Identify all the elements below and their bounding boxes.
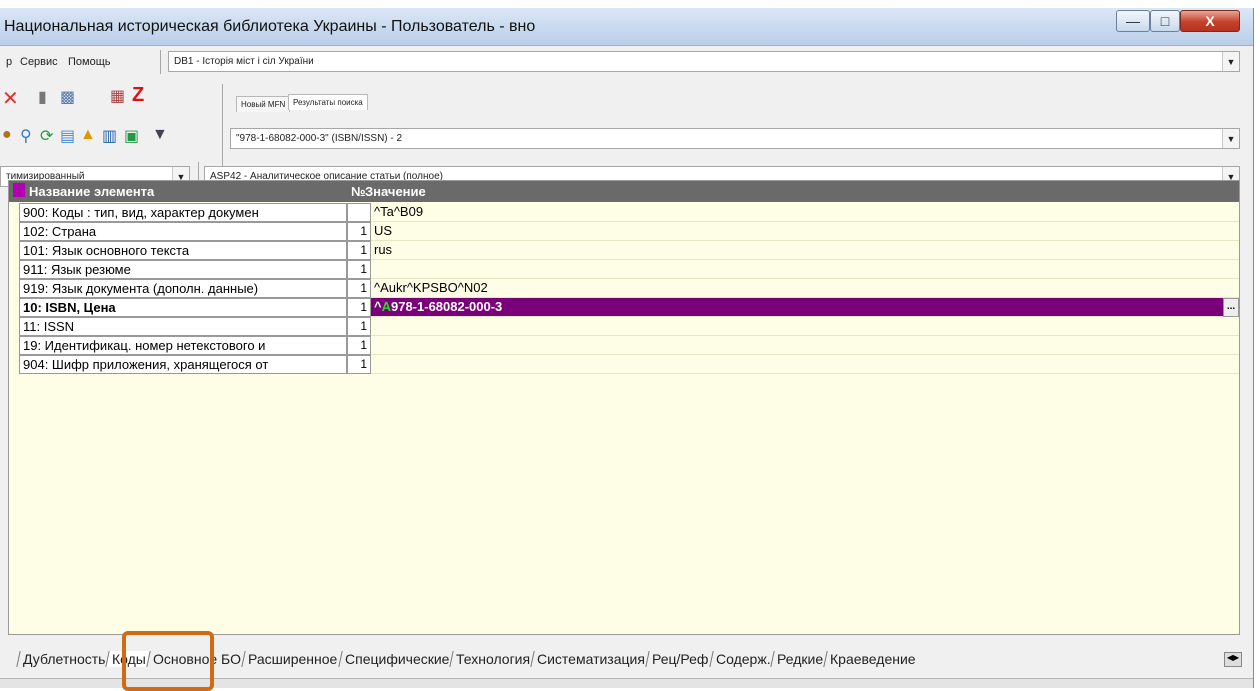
row-num[interactable]: 1 [347,279,371,298]
divider [160,50,161,74]
divider [222,84,223,172]
maximize-button[interactable]: □ [1150,10,1180,32]
table-row[interactable]: 102: Страна 1 US [9,222,1239,241]
table-row[interactable]: 919: Язык документа (дополн. данные) 1 ^… [9,279,1239,298]
menu-item-help[interactable]: Помощь [68,56,111,68]
tab-dubletnost[interactable]: Дублетность [16,651,110,667]
minimize-icon: — [1126,13,1140,29]
row-name[interactable]: 102: Страна [19,222,347,241]
table-row-selected[interactable]: 10: ISBN, Цена 1 ^A978-1-68082-000-3 ... [9,298,1239,317]
row-value[interactable]: rus [371,241,1239,260]
database-select-value: DB1 - Історія міст і сіл України [174,56,314,67]
tab-rasshirennoe[interactable]: Расширенное [241,651,342,667]
row-num[interactable]: 1 [347,336,371,355]
close-icon: X [1205,13,1215,29]
page-icon[interactable]: ▤ [60,126,75,146]
row-num[interactable]: 1 [347,222,371,241]
app-window: Национальная историческая библиотека Укр… [0,8,1254,688]
row-num[interactable]: 1 [347,355,371,374]
row-value[interactable] [371,336,1239,355]
column-header-num: № [351,184,366,199]
row-name[interactable]: 10: ISBN, Цена [19,298,347,317]
column-header-value: Значение [365,184,426,199]
tab-kody[interactable]: Коды [105,651,151,667]
column-header-name: Название элемента [29,184,155,199]
row-value[interactable] [371,355,1239,374]
row-name[interactable]: 904: Шифр приложения, хранящегося от [19,355,347,374]
checkmark-icon[interactable] [13,183,25,197]
row-num[interactable]: 1 [347,298,371,317]
row-value[interactable] [371,260,1239,279]
tab-osnovnoe-bo[interactable]: Основное БО [146,651,246,667]
record-grid[interactable]: Название элемента № Значение 900: Коды :… [8,180,1240,635]
menu-item-partial[interactable]: р [6,56,12,68]
row-value[interactable]: ^Ta^B09 [371,203,1239,222]
row-name[interactable]: 919: Язык документа (дополн. данные) [19,279,347,298]
row-name[interactable]: 911: Язык резюме [19,260,347,279]
chart-icon[interactable]: ▥ [102,126,117,146]
title-bar[interactable]: Национальная историческая библиотека Укр… [0,8,1253,46]
document-icon[interactable]: ▮ [38,87,47,107]
row-num[interactable] [347,203,371,222]
minimize-button[interactable]: — [1116,10,1150,32]
row-value[interactable]: US [371,222,1239,241]
chevron-down-icon[interactable]: ▼ [1222,129,1239,148]
search-icon[interactable]: ⚲ [20,126,32,146]
tab-search-results[interactable]: Результаты поиска [288,94,368,110]
tool-icon[interactable]: ● [2,126,12,144]
search-results-select-value: "978-1-68082-000-3" (ISBN/ISSN) - 2 [236,133,403,144]
table-row[interactable]: 911: Язык резюме 1 [9,260,1239,279]
tab-scroll-arrows-icon[interactable]: ◀▶ [1224,652,1242,667]
excel-icon[interactable]: ▣ [124,126,139,146]
table-row[interactable]: 11: ISSN 1 [9,317,1239,336]
row-value[interactable] [371,317,1239,336]
row-value-text: 978-1-68082-000-3 [390,299,503,314]
table-row[interactable]: 904: Шифр приложения, хранящегося от 1 [9,355,1239,374]
search-results-select[interactable]: "978-1-68082-000-3" (ISBN/ISSN) - 2 ▼ [230,128,1240,149]
row-name[interactable]: 900: Коды : тип, вид, характер докумен [19,203,347,222]
tab-redkie[interactable]: Редкие [770,651,827,667]
table-row[interactable]: 900: Коды : тип, вид, характер докумен ^… [9,203,1239,222]
tab-new-mfn[interactable]: Новый MFN [236,96,291,112]
row-name[interactable]: 11: ISSN [19,317,347,336]
grid-header: Название элемента № Значение [9,181,1239,202]
tab-specificheskie[interactable]: Специфические [337,651,453,667]
row-num[interactable]: 1 [347,317,371,336]
row-value[interactable]: ^Aukr^KPSBO^N02 [371,279,1239,298]
menu-row: р Сервис Помощь DB1 - Історія міст і сіл… [0,46,1253,78]
status-bar [0,678,1253,688]
copy-icon[interactable]: ▩ [60,87,75,107]
subfield-code: A [381,299,391,314]
folder-icon[interactable]: ▲ [80,126,96,144]
maximize-icon: □ [1160,13,1170,29]
worksheet-tabs: Дублетность Коды Основное БО Расширенное Спе… [16,651,920,673]
row-num[interactable]: 1 [347,241,371,260]
ellipsis-button[interactable]: ... [1223,298,1239,317]
z-icon[interactable]: Z [132,84,144,107]
tab-soderzh[interactable]: Содерж. [708,651,774,667]
books-icon[interactable]: ▦ [110,86,125,106]
tab-kraevedenie[interactable]: Краеведение [823,651,920,667]
subfield-prefix: ^ [374,299,382,314]
window-title: Национальная историческая библиотека Укр… [4,18,536,35]
delete-icon[interactable]: ✕ [2,86,19,111]
tab-tehnologiya[interactable]: Технология [449,651,534,667]
close-button[interactable]: X [1180,10,1240,32]
tab-sistematizaciya[interactable]: Систематизация [530,651,649,667]
table-row[interactable]: 19: Идентификац. номер нетекстового и 1 [9,336,1239,355]
row-name[interactable]: 101: Язык основного текста [19,241,347,260]
row-num[interactable]: 1 [347,260,371,279]
table-row[interactable]: 101: Язык основного текста 1 rus [9,241,1239,260]
row-value-editor[interactable]: ^A978-1-68082-000-3 ... [371,298,1239,317]
chevron-down-icon[interactable]: ▼ [1222,52,1239,71]
database-select[interactable]: DB1 - Історія міст і сіл України ▼ [168,51,1240,72]
tab-rec-ref[interactable]: Рец/Реф [645,651,713,667]
menu-item-service[interactable]: Сервис [20,56,58,68]
row-name[interactable]: 19: Идентификац. номер нетекстового и [19,336,347,355]
filter-icon[interactable]: ▼ [152,126,168,144]
refresh-icon[interactable]: ⟳ [40,126,53,146]
